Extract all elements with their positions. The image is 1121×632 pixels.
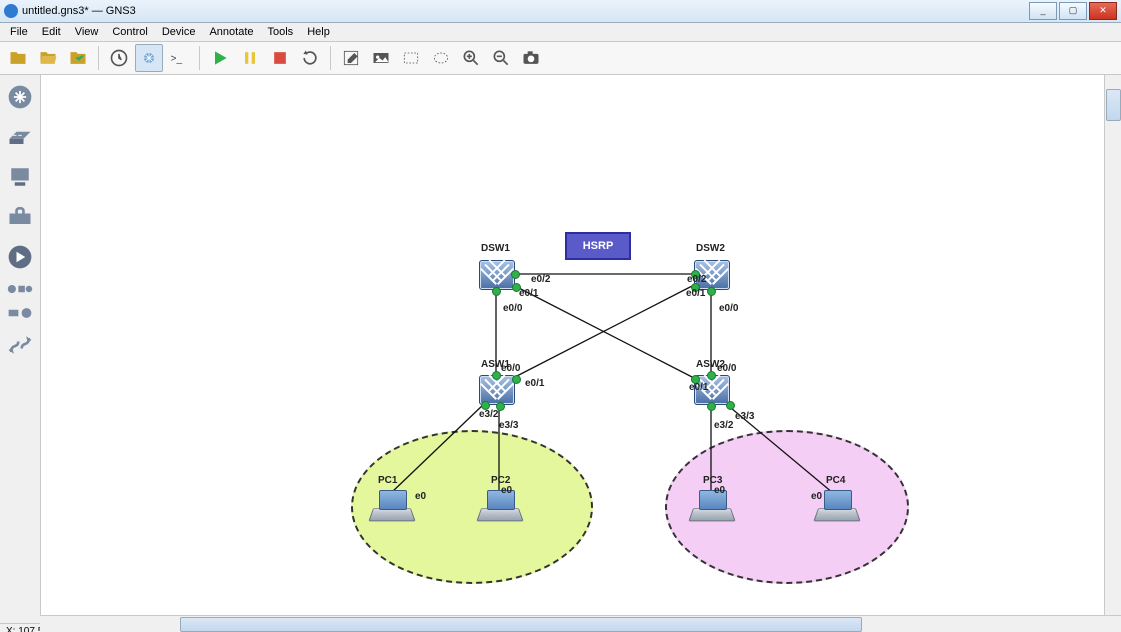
device-security-button[interactable] [2,199,38,235]
window-title: untitled.gns3* — GNS3 [22,5,136,17]
main-toolbar: >_ [0,42,1121,75]
device-router-button[interactable] [2,79,38,115]
annotate-image-button[interactable] [367,44,395,72]
main-area: HSRP DSW1 DSW2 ASW1 ASW2 [0,75,1121,623]
maximize-button[interactable]: ▢ [1059,2,1087,20]
annotation-hsrp[interactable]: HSRP [565,232,631,260]
status-dsw1-e00 [492,287,501,296]
vertical-scrollbar[interactable] [1104,75,1121,623]
zoom-out-button[interactable] [487,44,515,72]
zoom-in-button[interactable] [457,44,485,72]
window-controls: _ ▢ ✕ [1029,2,1117,20]
port-dsw2-e01: e0/1 [686,288,705,299]
menu-file[interactable]: File [4,25,34,39]
annotate-ellipse-button[interactable] [427,44,455,72]
port-asw2-e01: e0/1 [689,382,708,393]
menu-view[interactable]: View [69,25,105,39]
device-all-button[interactable] [2,239,38,275]
status-asw2-e32 [707,402,716,411]
label-pc4: PC4 [826,475,845,486]
port-asw1-e01: e0/1 [525,378,544,389]
port-dsw2-e02: e0/2 [687,274,706,285]
node-pc2[interactable] [479,490,519,522]
horizontal-scroll-thumb[interactable] [180,617,862,632]
annotation-text: HSRP [583,240,614,252]
port-pc4-e0: e0 [811,491,822,502]
port-asw2-e33: e3/3 [735,411,754,422]
clock-icon[interactable] [105,44,133,72]
status-asw2-e00 [707,371,716,380]
port-dsw1-e02: e0/2 [531,274,550,285]
port-asw1-e32: e3/2 [479,409,498,420]
pause-all-button[interactable] [236,44,264,72]
status-asw1-e00 [492,371,501,380]
port-asw2-e00: e0/0 [717,363,736,374]
close-button[interactable]: ✕ [1089,2,1117,20]
label-pc1: PC1 [378,475,397,486]
menu-control[interactable]: Control [106,25,153,39]
add-link-button[interactable] [2,327,38,363]
device-switch-button[interactable] [2,119,38,155]
menu-annotate[interactable]: Annotate [203,25,259,39]
vertical-scroll-thumb[interactable] [1106,89,1121,121]
status-dsw2-e00 [707,287,716,296]
port-asw2-e32: e3/2 [714,420,733,431]
node-dsw1[interactable] [479,260,515,290]
save-project-button[interactable] [64,44,92,72]
svg-text:>_: >_ [171,53,183,64]
port-pc1-e0: e0 [415,491,426,502]
port-dsw1-e00: e0/0 [503,303,522,314]
port-dsw1-e01: e0/1 [519,288,538,299]
snapshot-button[interactable] [517,44,545,72]
port-asw1-e33: e3/3 [499,420,518,431]
canvas-viewport[interactable]: HSRP DSW1 DSW2 ASW1 ASW2 [41,75,1121,623]
port-dsw2-e00: e0/0 [719,303,738,314]
device-toolbar [0,75,41,623]
console-button[interactable]: >_ [165,44,193,72]
menu-tools[interactable]: Tools [262,25,300,39]
open-project-button[interactable] [34,44,62,72]
topology-canvas[interactable]: HSRP DSW1 DSW2 ASW1 ASW2 [41,75,1117,623]
app-icon [4,4,18,18]
annotate-text-button[interactable] [337,44,365,72]
port-asw1-e00: e0/0 [501,363,520,374]
window-titlebar: untitled.gns3* — GNS3 _ ▢ ✕ [0,0,1121,23]
device-enddevice-button[interactable] [2,159,38,195]
port-pc3-e0: e0 [714,485,725,496]
status-dsw1-e02 [511,270,520,279]
grid-icon[interactable] [135,44,163,72]
device-cloud-button[interactable] [2,303,38,323]
new-project-button[interactable] [4,44,32,72]
stop-all-button[interactable] [266,44,294,72]
menu-edit[interactable]: Edit [36,25,67,39]
label-dsw1: DSW1 [481,243,510,254]
menu-device[interactable]: Device [156,25,202,39]
port-pc2-e0: e0 [501,485,512,496]
horizontal-scrollbar[interactable] [40,615,1121,632]
label-dsw2: DSW2 [696,243,725,254]
menu-help[interactable]: Help [301,25,336,39]
minimize-button[interactable]: _ [1029,2,1057,20]
node-pc1[interactable] [371,490,411,522]
menubar: File Edit View Control Device Annotate T… [0,23,1121,42]
restart-all-button[interactable] [296,44,324,72]
device-group-button[interactable] [2,279,38,299]
start-all-button[interactable] [206,44,234,72]
annotate-rect-button[interactable] [397,44,425,72]
status-asw1-e01 [512,375,521,384]
status-asw2-e33 [726,401,735,410]
